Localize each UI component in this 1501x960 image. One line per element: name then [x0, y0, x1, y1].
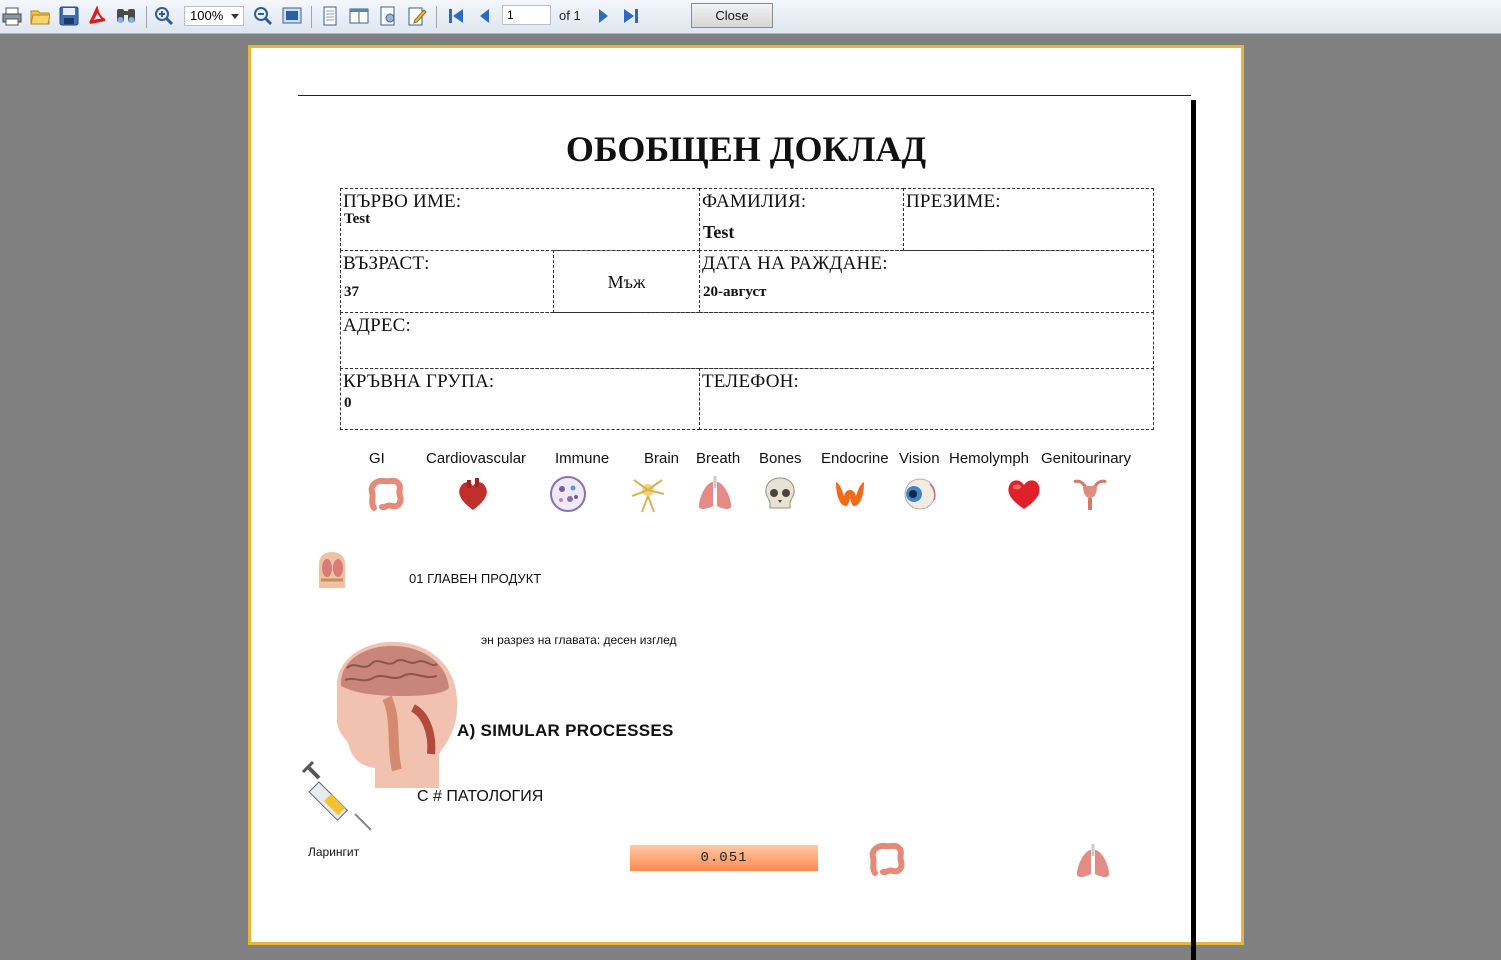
phone-cell: ТЕЛЕФОН:: [699, 368, 1154, 430]
age-label: ВЪЗРАСТ:: [343, 253, 430, 274]
pathology-label: C # ПАТОЛОГИЯ: [417, 788, 544, 805]
save-icon[interactable]: [58, 5, 80, 27]
report-page: ОБОБЩЕН ДОКЛАД ПЪРВО ИМЕ: Test ФАМИЛИЯ: …: [248, 45, 1244, 960]
two-page-icon[interactable]: [348, 5, 370, 27]
last-name-label: ФАМИЛИЯ:: [702, 191, 807, 212]
last-page-icon[interactable]: [620, 5, 642, 27]
category-label-breath: Breath: [696, 450, 741, 467]
fit-page-icon[interactable]: [281, 5, 303, 27]
intestine-result-icon: [867, 839, 907, 879]
single-page-icon[interactable]: [319, 5, 341, 27]
sex-cell: Мъж: [553, 250, 700, 313]
address-cell: АДРЕС:: [340, 312, 1154, 369]
skull-icon[interactable]: [760, 474, 800, 514]
report-toolbar: 100% 1 of 1 Close: [0, 0, 1501, 34]
edit-page-icon[interactable]: [406, 5, 428, 27]
age-cell: ВЪЗРАСТ: 37: [340, 250, 554, 313]
category-label-cardiovascular: Cardiovascular: [426, 450, 527, 467]
zoom-in-icon[interactable]: [153, 5, 175, 27]
close-button[interactable]: Close: [691, 3, 773, 28]
previous-page-icon[interactable]: [474, 5, 496, 27]
lungs-icon[interactable]: [695, 474, 735, 514]
chevron-down-icon: [231, 14, 239, 19]
body-system-categories: GI Cardiovascular Immune Brain Breath Bo…: [340, 448, 1160, 518]
page-setup-icon[interactable]: [377, 5, 399, 27]
zoom-select[interactable]: 100%: [184, 6, 244, 26]
thyroid-icon[interactable]: [830, 474, 870, 514]
birth-date-label: ДАТА НА РАЖДАНЕ:: [702, 253, 888, 274]
address-label: АДРЕС:: [343, 315, 412, 336]
page-count-label: of 1: [559, 8, 581, 23]
sex-value: Мъж: [607, 272, 646, 292]
score-bar: 0.051: [630, 845, 818, 871]
neuron-icon[interactable]: [628, 474, 668, 514]
head-section-caption: эн разрез на главата: десен изглед: [481, 633, 677, 647]
first-page-icon[interactable]: [445, 5, 467, 27]
lungs-result-icon: [1073, 842, 1113, 882]
blood-group-label: КРЪВНА ГРУПА:: [343, 371, 495, 392]
category-label-bones: Bones: [759, 450, 802, 467]
first-name-value: Test: [344, 211, 371, 227]
diagnosis-label: Ларингит: [308, 845, 360, 859]
patronymic-label: ПРЕЗИМЕ:: [906, 191, 1001, 212]
main-product-label: 01 ГЛАВЕН ПРОДУКТ: [409, 571, 542, 586]
first-name-cell: ПЪРВО ИМЕ: Test: [340, 188, 700, 251]
page-number-value: 1: [507, 8, 514, 22]
report-title: ОБОБЩЕН ДОКЛАД: [565, 129, 927, 169]
next-page-icon[interactable]: [592, 5, 614, 27]
pdf-export-icon[interactable]: [86, 5, 108, 27]
zoom-out-icon[interactable]: [252, 5, 274, 27]
category-label-vision: Vision: [899, 450, 940, 467]
score-value: 0.051: [700, 850, 748, 866]
category-label-endocrine: Endocrine: [821, 450, 889, 467]
blood-group-value: 0: [344, 395, 352, 411]
birth-date-value: 20-август: [703, 284, 767, 300]
body-organs-icon: [311, 548, 353, 590]
syringe-icon: [301, 760, 375, 834]
birth-date-cell: ДАТА НА РАЖДАНЕ: 20-август: [699, 250, 1154, 313]
top-divider: [298, 95, 1191, 96]
page-number-input[interactable]: 1: [502, 5, 551, 25]
intestine-icon[interactable]: [366, 474, 406, 514]
category-label-immune: Immune: [555, 450, 610, 467]
uterus-icon[interactable]: [1070, 474, 1110, 514]
patient-info-grid: ПЪРВО ИМЕ: Test ФАМИЛИЯ: Test ПРЕЗИМЕ: В…: [340, 188, 1154, 430]
category-label-hemolymph: Hemolymph: [949, 450, 1030, 467]
open-folder-icon[interactable]: [29, 5, 51, 27]
patronymic-cell: ПРЕЗИМЕ:: [903, 188, 1154, 251]
similar-processes-heading: A) SIMULAR PROCESSES: [457, 721, 674, 740]
category-label-gi: GI: [369, 450, 385, 467]
heart-icon[interactable]: [1004, 474, 1044, 514]
category-label-genitourinary: Genitourinary: [1041, 450, 1132, 467]
find-icon[interactable]: [115, 5, 137, 27]
zoom-value: 100%: [190, 8, 224, 23]
age-value: 37: [344, 284, 359, 300]
last-name-cell: ФАМИЛИЯ: Test: [699, 188, 904, 251]
blood-group-cell: КРЪВНА ГРУПА: 0: [340, 368, 700, 430]
page-right-border: [1191, 100, 1196, 960]
last-name-value: Test: [703, 222, 735, 242]
phone-label: ТЕЛЕФОН:: [702, 371, 800, 392]
heart-organ-icon[interactable]: [453, 474, 493, 514]
eye-icon[interactable]: [900, 474, 940, 514]
print-icon[interactable]: [1, 5, 23, 27]
first-name-label: ПЪРВО ИМЕ:: [343, 191, 462, 212]
immune-cell-icon[interactable]: [548, 474, 588, 514]
category-label-brain: Brain: [644, 450, 680, 467]
